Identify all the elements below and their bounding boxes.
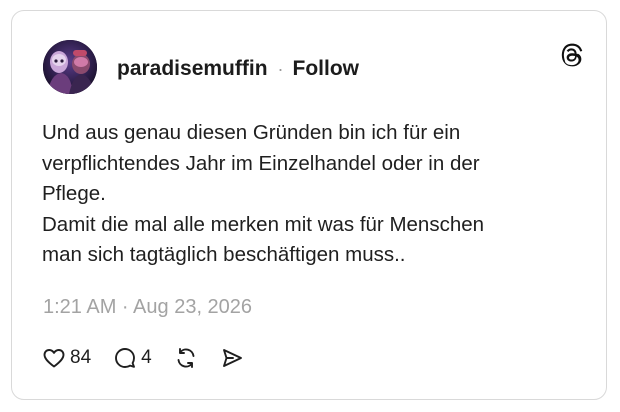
post-card: paradisemuffin · Follow Und aus genau di… [11, 10, 607, 400]
heart-icon [43, 349, 65, 368]
share-button[interactable] [220, 346, 244, 370]
action-bar: 84 4 [42, 344, 244, 372]
post-text-line: Damit die mal alle merken mit was für Me… [42, 212, 485, 236]
profile-photo [43, 40, 97, 94]
like-count: 84 [70, 347, 92, 368]
post-text-line: Pflege. [42, 182, 106, 205]
post-body: Und aus genau diesen Gründen bin ich für… [42, 118, 582, 271]
comment-icon [115, 348, 136, 368]
post-timestamp[interactable]: 1:21 AM · Aug 23, 2026 [43, 296, 252, 319]
reply-button[interactable]: 4 [113, 346, 152, 370]
post-header: paradisemuffin · Follow [117, 57, 359, 81]
post-text-line: man sich tagtäglich beschäftigen muss.. [42, 243, 406, 266]
username[interactable]: paradisemuffin [117, 57, 268, 81]
post-text-line: verpflichtendes Jahr im Einzelhandel ode… [42, 151, 480, 175]
reply-count: 4 [141, 347, 152, 368]
threads-logo-icon[interactable] [558, 42, 584, 68]
post-text-line: Und aus genau diesen Gründen bin ich für… [42, 121, 461, 144]
send-icon [222, 349, 242, 367]
repost-icon [177, 348, 195, 368]
follow-button[interactable]: Follow [293, 57, 360, 81]
repost-button[interactable] [174, 346, 198, 370]
separator-dot: · [277, 58, 284, 79]
like-button[interactable]: 84 [42, 346, 91, 370]
avatar[interactable] [43, 40, 97, 94]
